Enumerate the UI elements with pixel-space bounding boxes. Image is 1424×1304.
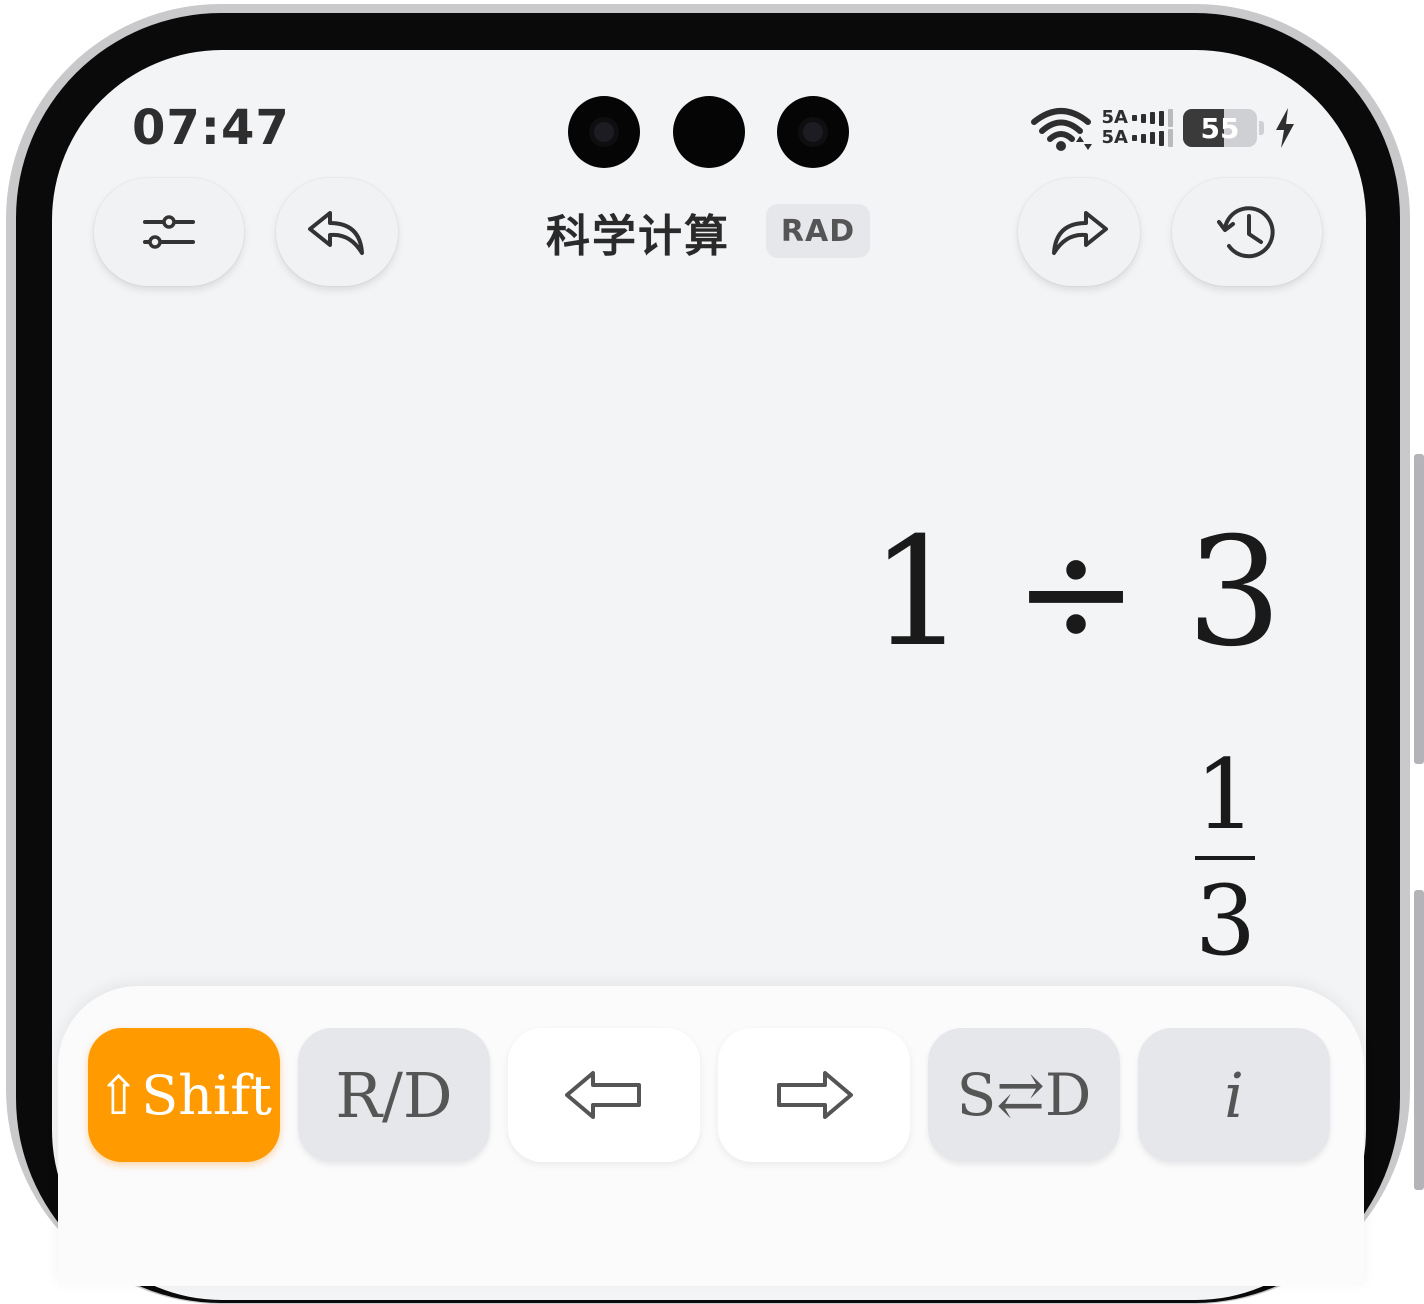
side-button — [1414, 890, 1424, 1190]
history-button[interactable] — [1172, 178, 1322, 286]
battery-tip — [1259, 121, 1264, 135]
result-fraction: 1 3 — [1195, 739, 1257, 977]
arrow-right-icon — [777, 1071, 853, 1119]
redo-icon — [1052, 211, 1108, 255]
camera-icon — [568, 96, 640, 168]
sliders-icon — [143, 215, 195, 249]
redo-button[interactable] — [1018, 178, 1140, 286]
shift-key[interactable]: ⇧Shift — [88, 1028, 280, 1162]
charging-icon — [1276, 108, 1294, 148]
arrow-left-icon — [565, 1071, 641, 1119]
undo-icon — [308, 211, 364, 255]
signal-bars-icon — [1132, 109, 1173, 127]
side-button — [1414, 454, 1424, 764]
cursor-left-key[interactable] — [508, 1028, 700, 1162]
wifi-icon — [1030, 108, 1092, 151]
imaginary-key[interactable]: i — [1138, 1028, 1330, 1162]
page-title: 科学计算 — [546, 211, 730, 262]
result-numerator: 1 — [1195, 739, 1257, 851]
camera-icon — [673, 96, 745, 168]
rd-key[interactable]: R/D — [298, 1028, 490, 1162]
history-icon — [1217, 206, 1275, 259]
settings-button[interactable] — [94, 178, 244, 286]
undo-button[interactable] — [276, 178, 398, 286]
cellular-signal: 5A 5A — [1102, 108, 1173, 148]
phone-frame: 07:47 5A 5A 55 科学计算 RAD 1 ÷ 3 1 3 ⇧Shift… — [0, 0, 1424, 1304]
status-icons: 5A 5A 55 — [1030, 104, 1296, 152]
fraction-bar — [1195, 856, 1255, 860]
network-label: 5A — [1101, 107, 1128, 128]
status-time: 07:47 — [132, 100, 290, 156]
result-denominator: 3 — [1195, 865, 1257, 977]
cursor-right-key[interactable] — [718, 1028, 910, 1162]
sd-key[interactable]: S⇄D — [928, 1028, 1120, 1162]
expression-display: 1 ÷ 3 — [870, 506, 1282, 680]
camera-icon — [777, 96, 849, 168]
battery-level: 55 — [1200, 112, 1240, 145]
signal-bars-icon — [1132, 129, 1173, 147]
network-label: 5A — [1101, 127, 1128, 148]
angle-mode-badge: RAD — [766, 204, 870, 258]
battery-icon: 55 — [1183, 109, 1257, 147]
